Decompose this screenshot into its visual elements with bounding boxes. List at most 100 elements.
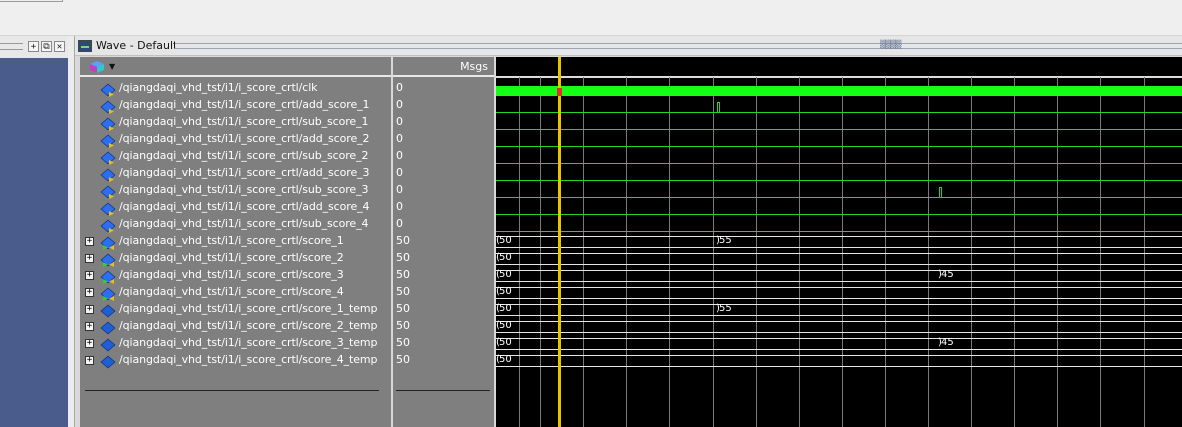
- signal-name[interactable]: /qiangdaqi_vhd_tst/i1/i_score_crtl/score…: [119, 251, 344, 264]
- value-row-sub-score-1: 0: [393, 114, 494, 131]
- expand-icon[interactable]: +: [85, 305, 94, 314]
- signal-name[interactable]: /qiangdaqi_vhd_tst/i1/i_score_crtl/sub_s…: [119, 149, 368, 162]
- signal-row-sub-score-4[interactable]: /qiangdaqi_vhd_tst/i1/i_score_crtl/sub_s…: [80, 216, 391, 233]
- signal-row-add-score-1[interactable]: /qiangdaqi_vhd_tst/i1/i_score_crtl/add_s…: [80, 97, 391, 114]
- expand-icon[interactable]: +: [85, 254, 94, 263]
- signal-name[interactable]: /qiangdaqi_vhd_tst/i1/i_score_crtl/add_s…: [119, 166, 370, 179]
- expand-icon[interactable]: +: [85, 356, 94, 365]
- waveform-row: [496, 165, 1182, 182]
- expand-icon[interactable]: +: [85, 237, 94, 246]
- bit-waveform: [496, 163, 1182, 164]
- waveform-panel[interactable]: 50(55) 50(50(45) 50(50(55) 50(50(45) 50(: [496, 57, 1182, 427]
- waveform-row: [496, 131, 1182, 148]
- waveform-row: [496, 199, 1182, 216]
- signal-row-score-4[interactable]: + /qiangdaqi_vhd_tst/i1/i_score_crtl/scor…: [80, 284, 391, 301]
- signal-row-score-2-temp[interactable]: + /qiangdaqi_vhd_tst/i1/i_score_crtl/scor…: [80, 318, 391, 335]
- signal-name[interactable]: /qiangdaqi_vhd_tst/i1/i_score_crtl/add_s…: [119, 200, 370, 213]
- dock-icon[interactable]: +: [28, 40, 39, 52]
- signal-row-sub-score-3[interactable]: /qiangdaqi_vhd_tst/i1/i_score_crtl/sub_s…: [80, 182, 391, 199]
- wave-title-bar[interactable]: Wave - Default ▒▒▒▒: [75, 36, 1182, 56]
- maximize-icon[interactable]: ⧉: [41, 40, 52, 52]
- signal-name[interactable]: /qiangdaqi_vhd_tst/i1/i_score_crtl/sub_s…: [119, 183, 368, 196]
- signal-name[interactable]: /qiangdaqi_vhd_tst/i1/i_score_crtl/score…: [119, 268, 344, 281]
- bus-transition-mark: (: [496, 252, 500, 263]
- signal-row-score-1[interactable]: + /qiangdaqi_vhd_tst/i1/i_score_crtl/scor…: [80, 233, 391, 250]
- signal-in-icon: [100, 116, 116, 131]
- bus-value-label: 50: [499, 269, 512, 280]
- signal-row-score-2[interactable]: + /qiangdaqi_vhd_tst/i1/i_score_crtl/scor…: [80, 250, 391, 267]
- signal-value: 0: [396, 115, 403, 128]
- value-row-clk: 0: [393, 80, 494, 97]
- signal-name[interactable]: /qiangdaqi_vhd_tst/i1/i_score_crtl/score…: [119, 234, 344, 247]
- signal-value: 0: [396, 81, 403, 94]
- signal-names-panel: ▼ /qiangdaqi_vhd_tst/i1/i_score_crtl/clk…: [80, 57, 392, 427]
- chevron-down-icon[interactable]: ▼: [109, 62, 115, 71]
- waveform-header-strip: [496, 76, 1182, 78]
- bus-rail: [496, 270, 1182, 271]
- signal-name[interactable]: /qiangdaqi_vhd_tst/i1/i_score_crtl/add_s…: [119, 132, 370, 145]
- names-column-header: ▼: [80, 57, 391, 77]
- expand-icon[interactable]: +: [85, 271, 94, 280]
- signal-row-add-score-2[interactable]: /qiangdaqi_vhd_tst/i1/i_score_crtl/add_s…: [80, 131, 391, 148]
- signal-name[interactable]: /qiangdaqi_vhd_tst/i1/i_score_crtl/clk: [119, 81, 318, 94]
- signal-row-score-3-temp[interactable]: + /qiangdaqi_vhd_tst/i1/i_score_crtl/scor…: [80, 335, 391, 352]
- signal-name[interactable]: /qiangdaqi_vhd_tst/i1/i_score_crtl/add_s…: [119, 98, 370, 111]
- signal-row-sub-score-2[interactable]: /qiangdaqi_vhd_tst/i1/i_score_crtl/sub_s…: [80, 148, 391, 165]
- signal-name[interactable]: /qiangdaqi_vhd_tst/i1/i_score_crtl/sub_s…: [119, 217, 368, 230]
- bus-rail: [496, 287, 1182, 288]
- expand-icon[interactable]: +: [85, 322, 94, 331]
- signal-row-score-1-temp[interactable]: + /qiangdaqi_vhd_tst/i1/i_score_crtl/scor…: [80, 301, 391, 318]
- signal-row-clk[interactable]: /qiangdaqi_vhd_tst/i1/i_score_crtl/clk: [80, 80, 391, 97]
- bus-rail: [496, 247, 1182, 248]
- names-end-line: [85, 390, 379, 391]
- left-pane-grip[interactable]: [0, 42, 23, 50]
- title-drag-grip[interactable]: [175, 43, 1182, 49]
- bus-transition-mark: (: [496, 337, 500, 348]
- signal-row-score-3[interactable]: + /qiangdaqi_vhd_tst/i1/i_score_crtl/scor…: [80, 267, 391, 284]
- bus-transition-mark: (: [496, 354, 500, 365]
- app-root: + ⧉ ✕ Wave - Default ▒▒▒▒ ▼ /qiangdaqi_v…: [0, 0, 1182, 427]
- signal-name[interactable]: /qiangdaqi_vhd_tst/i1/i_score_crtl/score…: [119, 353, 377, 366]
- signal-value: 50: [396, 302, 410, 315]
- expand-icon[interactable]: +: [85, 339, 94, 348]
- time-cursor[interactable]: [558, 57, 561, 427]
- waveform-row: [496, 216, 1182, 233]
- bit-waveform: [496, 129, 1182, 130]
- signal-row-add-score-3[interactable]: /qiangdaqi_vhd_tst/i1/i_score_crtl/add_s…: [80, 165, 391, 182]
- collapsed-tab[interactable]: [0, 0, 63, 2]
- signal-name[interactable]: /qiangdaqi_vhd_tst/i1/i_score_crtl/score…: [119, 319, 377, 332]
- signal-name[interactable]: /qiangdaqi_vhd_tst/i1/i_score_crtl/score…: [119, 336, 377, 349]
- waveform-row: [496, 148, 1182, 165]
- wave-window-icon: [78, 40, 92, 52]
- value-row-score-2-temp: 50: [393, 318, 494, 335]
- signal-row-add-score-4[interactable]: /qiangdaqi_vhd_tst/i1/i_score_crtl/add_s…: [80, 199, 391, 216]
- waveform-row: [496, 97, 1182, 114]
- cube-icon[interactable]: [88, 60, 106, 74]
- waveform-row: 50(: [496, 352, 1182, 369]
- bus-value-label: 50: [499, 354, 512, 365]
- signal-value: 0: [396, 183, 403, 196]
- signal-row-sub-score-1[interactable]: /qiangdaqi_vhd_tst/i1/i_score_crtl/sub_s…: [80, 114, 391, 131]
- bit-waveform: [496, 231, 1182, 232]
- signal-internal-icon: [100, 303, 116, 318]
- signal-value: 50: [396, 268, 410, 281]
- signal-name[interactable]: /qiangdaqi_vhd_tst/i1/i_score_crtl/score…: [119, 285, 344, 298]
- signal-name[interactable]: /qiangdaqi_vhd_tst/i1/i_score_crtl/sub_s…: [119, 115, 368, 128]
- signal-value: 0: [396, 132, 403, 145]
- close-icon[interactable]: ✕: [54, 40, 65, 52]
- signal-value: 0: [396, 98, 403, 111]
- signal-name[interactable]: /qiangdaqi_vhd_tst/i1/i_score_crtl/score…: [119, 302, 377, 315]
- expand-icon[interactable]: +: [85, 288, 94, 297]
- grip-knob-icon[interactable]: ▒▒▒▒: [880, 40, 904, 52]
- bus-rail: [496, 366, 1182, 367]
- signal-in-icon: [100, 201, 116, 216]
- signal-row-score-4-temp[interactable]: + /qiangdaqi_vhd_tst/i1/i_score_crtl/scor…: [80, 352, 391, 369]
- signal-value: 50: [396, 251, 410, 264]
- signal-in-icon: [100, 150, 116, 165]
- bus-transition-mark: (: [496, 235, 500, 246]
- bus-transition-mark: ): [716, 235, 720, 246]
- left-pane-header: + ⧉ ✕: [0, 38, 68, 54]
- waveform-row: [496, 182, 1182, 199]
- value-row-add-score-2: 0: [393, 131, 494, 148]
- signal-in-icon: [100, 99, 116, 114]
